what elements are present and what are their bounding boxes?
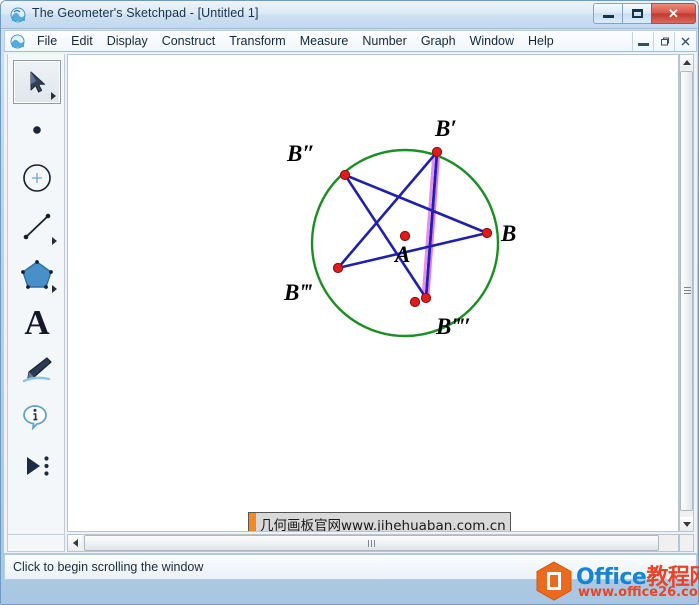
mdi-restore-button[interactable]	[653, 32, 674, 51]
tool-compass-circle[interactable]	[13, 156, 61, 200]
geometry-point-Bp[interactable]	[431, 146, 443, 158]
play-dots-icon	[27, 456, 49, 476]
window-controls: ✕	[593, 3, 696, 24]
title-bar: The Geometer's Sketchpad - [Untitled 1] …	[1, 1, 698, 29]
point-label-A: A	[393, 242, 410, 267]
mdi-close-icon	[681, 37, 689, 46]
close-icon: ✕	[668, 5, 679, 21]
scroll-down-arrow-icon	[682, 521, 691, 527]
tool-arrow-select[interactable]	[13, 60, 61, 104]
menu-item-graph[interactable]: Graph	[414, 32, 463, 51]
letter-a-icon: A	[24, 302, 50, 342]
geometry-point-Bppp[interactable]	[332, 262, 344, 274]
maximize-button[interactable]	[622, 3, 651, 24]
geometry-point-B[interactable]	[481, 227, 493, 239]
scroll-up-arrow-icon	[682, 59, 691, 65]
workspace: A A B B′ B″ B‴ B‴′ 几何画板官网www.jihehuaban.…	[4, 52, 697, 553]
arrow-cursor-icon	[30, 71, 45, 93]
geometry-point-A[interactable]	[399, 230, 411, 242]
point-label-Bpppp: B‴′	[435, 314, 471, 339]
maximize-icon	[631, 9, 643, 18]
mdi-window-controls	[632, 32, 695, 51]
menu-item-number[interactable]: Number	[355, 32, 413, 51]
scroll-down-button[interactable]	[680, 517, 693, 531]
chord-segment[interactable]	[336, 150, 439, 270]
mdi-minimize-icon	[637, 43, 649, 46]
point-label-Bppp: B‴	[283, 280, 312, 305]
document-icon	[10, 33, 25, 49]
scroll-thumb-grip	[684, 287, 691, 295]
status-message: Click to begin scrolling the window	[13, 560, 204, 574]
scroll-thumb-grip	[367, 539, 376, 547]
tool-marker[interactable]	[13, 348, 61, 392]
tool-text[interactable]: A	[13, 300, 61, 344]
vertical-scrollbar[interactable]	[679, 54, 694, 532]
geometry-point-Bextra[interactable]	[409, 296, 421, 308]
tool-straightedge[interactable]	[13, 204, 61, 248]
info-balloon-icon	[23, 405, 47, 431]
scroll-left-button[interactable]	[68, 535, 82, 551]
menu-item-help[interactable]: Help	[521, 32, 561, 51]
circle-compass-icon	[23, 164, 51, 192]
sketchpad-icon	[10, 7, 26, 23]
watermark-accent-bar	[249, 513, 256, 531]
tool-submenu-arrow[interactable]	[51, 92, 56, 100]
chord-segment[interactable]	[343, 173, 428, 300]
point-label-Bp: B′	[434, 116, 457, 141]
scrollbar-corner	[679, 534, 694, 552]
sketch-canvas[interactable]: A B B′ B″ B‴ B‴′ 几何画板官网www.jihehuaban.com.cn	[67, 54, 679, 532]
point-icon	[33, 126, 41, 134]
pencil-marker-icon	[22, 357, 52, 383]
tool-custom[interactable]	[13, 444, 61, 488]
pentagon-icon	[21, 260, 53, 289]
window-title: The Geometer's Sketchpad - [Untitled 1]	[32, 6, 259, 20]
mdi-restore-icon	[660, 37, 669, 46]
menu-item-construct[interactable]: Construct	[155, 32, 223, 51]
menu-item-window[interactable]: Window	[463, 32, 521, 51]
vertical-scroll-thumb[interactable]	[680, 71, 693, 511]
tool-palette: A	[7, 54, 65, 550]
menu-item-file[interactable]: File	[30, 32, 64, 51]
menu-item-edit[interactable]: Edit	[64, 32, 100, 51]
menu-item-transform[interactable]: Transform	[222, 32, 293, 51]
close-button[interactable]: ✕	[651, 3, 696, 24]
point-label-B: B	[500, 221, 516, 246]
tool-polygon[interactable]	[13, 252, 61, 296]
chord-segment[interactable]	[343, 173, 489, 235]
menu-bar: File Edit Display Construct Transform Me…	[4, 30, 697, 52]
horizontal-scrollbar[interactable]	[67, 534, 679, 552]
minimize-icon	[602, 15, 614, 18]
mdi-minimize-button[interactable]	[632, 32, 653, 51]
segment-line-icon	[23, 213, 51, 240]
sketchpad-watermark: 几何画板官网www.jihehuaban.com.cn	[248, 512, 511, 532]
tool-submenu-arrow[interactable]	[52, 237, 57, 245]
mdi-close-button[interactable]	[674, 32, 695, 51]
tool-point[interactable]	[13, 108, 61, 152]
palette-footer	[7, 534, 65, 552]
tool-submenu-arrow[interactable]	[52, 285, 57, 293]
watermark-text: 几何画板官网www.jihehuaban.com.cn	[260, 518, 506, 532]
minimize-button[interactable]	[593, 3, 622, 24]
geometry-point-Bpp[interactable]	[339, 169, 351, 181]
horizontal-scrollbar-row	[4, 534, 697, 553]
status-bar: Click to begin scrolling the window	[4, 554, 697, 580]
tool-information[interactable]	[13, 396, 61, 440]
menu-item-display[interactable]: Display	[100, 32, 155, 51]
application-window: The Geometer's Sketchpad - [Untitled 1] …	[0, 0, 699, 605]
chord-segment[interactable]	[336, 231, 489, 270]
point-label-Bpp: B″	[286, 141, 315, 166]
horizontal-scroll-thumb[interactable]	[84, 535, 659, 551]
menu-item-measure[interactable]: Measure	[293, 32, 356, 51]
geometry-drawing: A B B′ B″ B‴ B‴′	[283, 116, 516, 339]
geometry-point-Bpppp[interactable]	[420, 292, 432, 304]
scroll-left-arrow-icon	[72, 539, 78, 547]
scroll-up-button[interactable]	[680, 55, 693, 69]
